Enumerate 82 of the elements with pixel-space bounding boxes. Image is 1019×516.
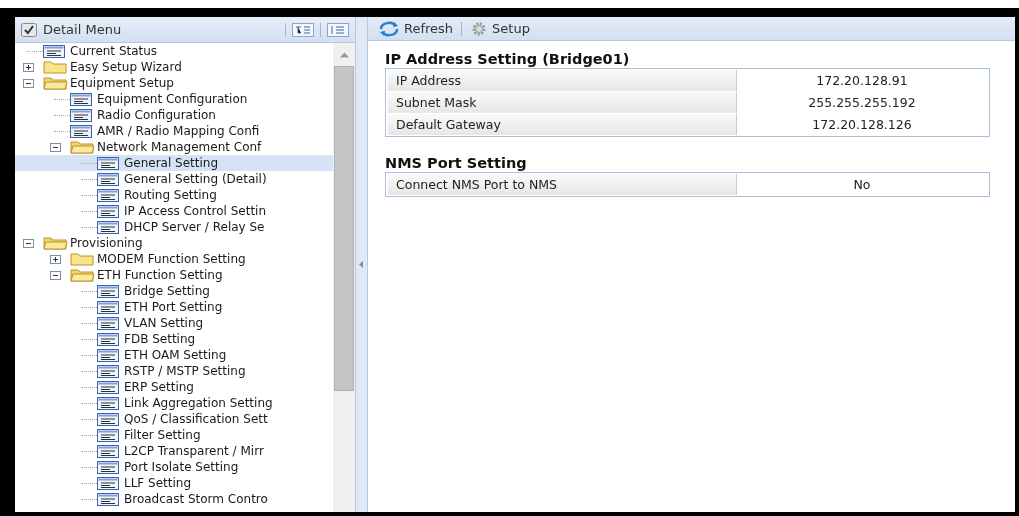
field-label: Default Gateway [388,114,737,135]
page-icon [97,172,119,186]
folder-icon [43,60,68,74]
page-icon [97,364,119,378]
field-label: Connect NMS Port to NMS [388,174,737,195]
tree-item[interactable]: MODEM Function Setting [97,252,246,266]
checkbox-icon [21,22,37,37]
tree-item[interactable]: Port Isolate Setting [124,460,239,474]
field-label: Subnet Mask [388,92,737,113]
collapse-arrow-icon[interactable] [359,261,364,268]
folder-icon [43,76,68,90]
tree-item[interactable]: ETH Port Setting [124,300,223,314]
refresh-icon [378,20,400,37]
tree-item[interactable]: Link Aggregation Setting [124,396,273,410]
page-icon [97,428,119,442]
tree-item[interactable]: Filter Setting [124,428,201,442]
field-value: 172.20.128.126 [811,116,913,134]
tree-item[interactable]: L2CP Transparent / Mirr [124,444,264,458]
folder-icon [43,236,68,250]
tree-item[interactable]: Provisioning [70,236,143,250]
page-icon [97,476,119,490]
tree-item[interactable]: Radio Configuration [97,108,216,122]
page-icon [97,492,119,506]
field-value: No [852,176,872,194]
expand-icon[interactable] [23,62,34,72]
tree-item[interactable]: IP Access Control Settin [124,204,267,218]
page-icon [97,348,119,362]
page-icon [43,44,65,58]
page-icon [97,380,119,394]
tree-item[interactable]: FDB Setting [124,332,196,346]
expand-icon[interactable] [50,254,61,264]
page-icon [97,332,119,346]
tree-item[interactable]: Equipment Setup [70,76,174,90]
scrollbar-thumb[interactable] [334,66,354,391]
tree-item[interactable]: AMR / Radio Mapping Confi [97,124,260,138]
tree-item[interactable]: Equipment Configuration [97,92,248,106]
panel-title: Detail Menu [43,22,123,37]
field-label: IP Address [388,70,737,91]
page-icon [97,220,119,234]
folder-icon [70,268,95,282]
page-icon [97,188,119,202]
page-icon [97,316,119,330]
tree-item[interactable]: VLAN Setting [124,316,204,330]
tree-item[interactable]: RSTP / MSTP Setting [124,364,246,378]
field-value: 255.255.255.192 [807,94,917,112]
section-title: IP Address Setting (Bridge01) [385,51,631,68]
page-icon [97,300,119,314]
page-icon [97,156,119,170]
tree-item[interactable]: Bridge Setting [124,284,210,298]
tree-item[interactable]: ETH OAM Setting [124,348,227,362]
tree-item[interactable]: General Setting [124,156,219,170]
collapse-icon[interactable] [50,270,61,280]
folder-icon [70,252,95,266]
toolbar-button[interactable]: Setup [468,20,532,37]
page-icon [70,92,92,106]
tree-item[interactable]: General Setting (Detail) [124,172,267,186]
tree-item[interactable]: Broadcast Storm Contro [124,492,268,506]
tree-item[interactable]: Current Status [70,44,158,58]
page-icon [97,412,119,426]
tree-item[interactable]: Routing Setting [124,188,217,202]
toolbar-button[interactable]: Refresh [376,20,456,37]
collapse-icon[interactable] [23,78,34,88]
tree-item[interactable]: Network Management Conf [97,140,262,154]
collapse-icon[interactable] [23,238,34,248]
folder-icon [70,140,95,154]
tree-item[interactable]: QoS / Classification Sett [124,412,268,426]
section-title: NMS Port Setting [385,155,528,172]
page-icon [70,124,92,138]
tree-item[interactable]: LLF Setting [124,476,192,490]
page-icon [97,444,119,458]
page-icon [70,108,92,122]
field-value: 172.20.128.91 [815,72,909,90]
page-icon [97,284,119,298]
tree-item[interactable]: ETH Function Setting [97,268,223,282]
tree-item[interactable]: Easy Setup Wizard [70,60,182,74]
collapse-icon[interactable] [50,142,61,152]
tree-collapse-icon[interactable] [292,22,314,37]
tree-item[interactable]: ERP Setting [124,380,194,394]
page-icon [97,204,119,218]
page-icon [97,460,119,474]
page-icon [97,396,119,410]
tree-item[interactable]: DHCP Server / Relay Se [124,220,265,234]
